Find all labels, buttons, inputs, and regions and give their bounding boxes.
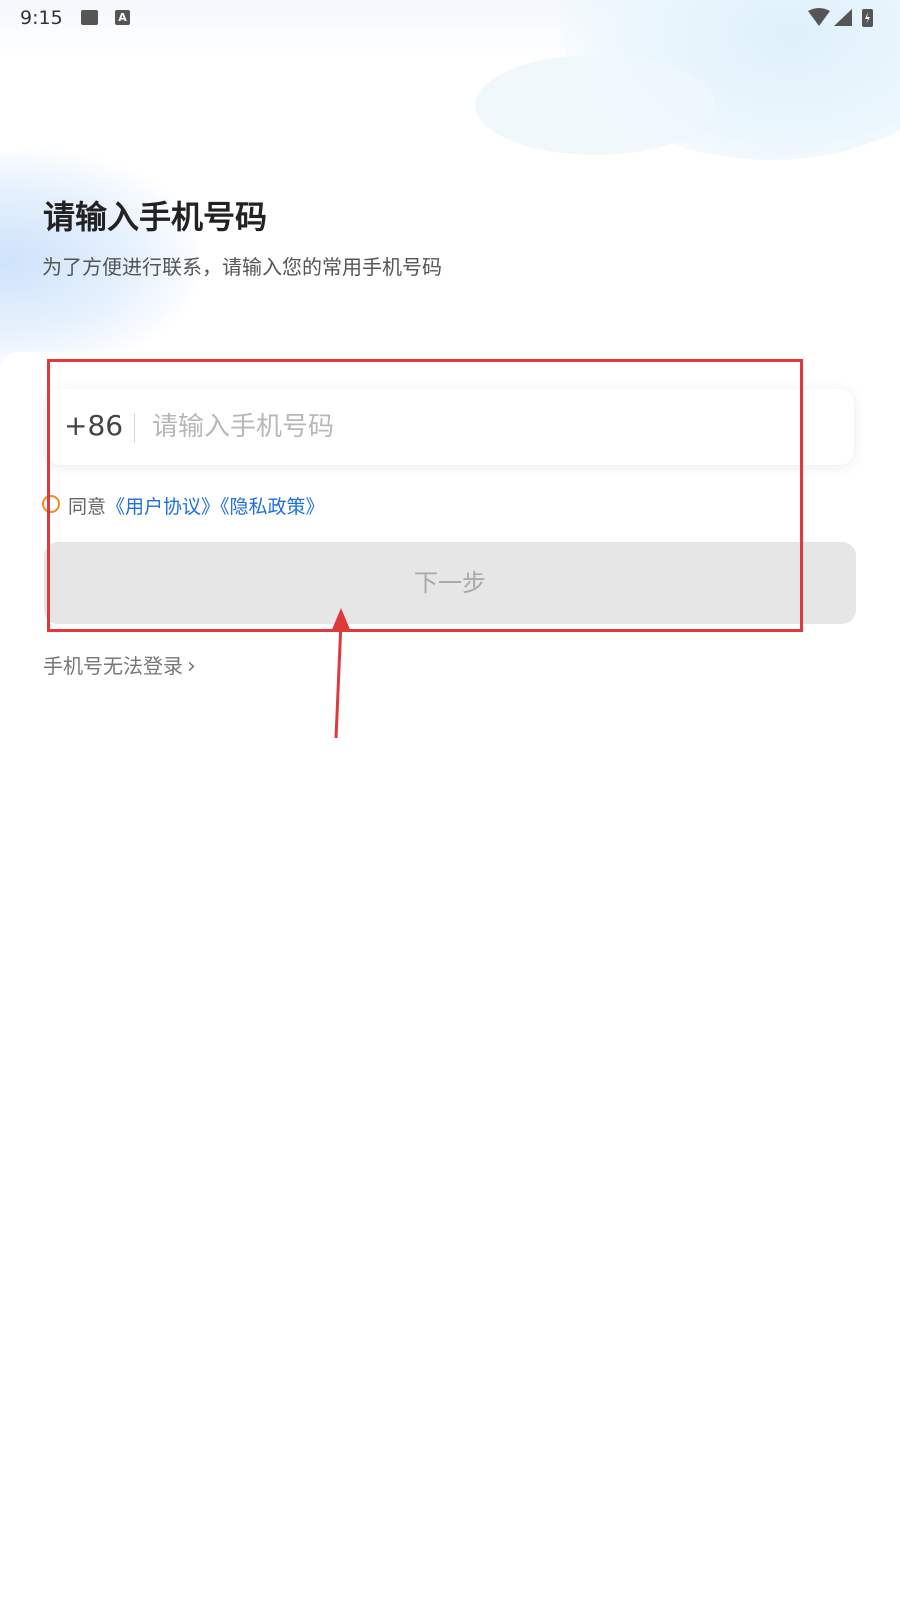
image-icon — [81, 10, 98, 25]
cannot-login-link[interactable]: 手机号无法登录 › — [43, 650, 196, 679]
user-agreement-link[interactable]: 《用户协议》 — [106, 496, 220, 518]
a-notification-icon: A — [115, 10, 130, 25]
next-button[interactable]: 下一步 — [44, 542, 856, 624]
background-cloud-right-small — [475, 55, 715, 155]
wifi-icon — [808, 8, 830, 26]
page-title: 请输入手机号码 — [43, 198, 268, 236]
input-divider — [134, 413, 135, 443]
cannot-login-label: 手机号无法登录 — [43, 654, 183, 678]
page-subtitle: 为了方便进行联系，请输入您的常用手机号码 — [42, 255, 442, 279]
agreement-radio[interactable] — [42, 495, 60, 513]
signal-icon — [834, 9, 852, 26]
status-bar: 9:15 A — [0, 0, 900, 36]
agreement-row: 同意《用户协议》《隐私政策》 — [42, 492, 325, 518]
status-time: 9:15 — [20, 7, 63, 29]
phone-input[interactable] — [152, 403, 832, 451]
login-card — [0, 352, 900, 1600]
login-page: 9:15 A 请输入手机号码 为了方便进行联系，请输入您的常用手机号码 +86 … — [0, 0, 900, 1600]
status-right-icons — [808, 8, 873, 27]
phone-input-row: +86 — [46, 389, 854, 465]
privacy-policy-link[interactable]: 《隐私政策》 — [220, 496, 325, 518]
agreement-prefix: 同意 — [68, 496, 107, 518]
country-code[interactable]: +86 — [64, 409, 123, 442]
chevron-right-icon: › — [187, 654, 196, 679]
